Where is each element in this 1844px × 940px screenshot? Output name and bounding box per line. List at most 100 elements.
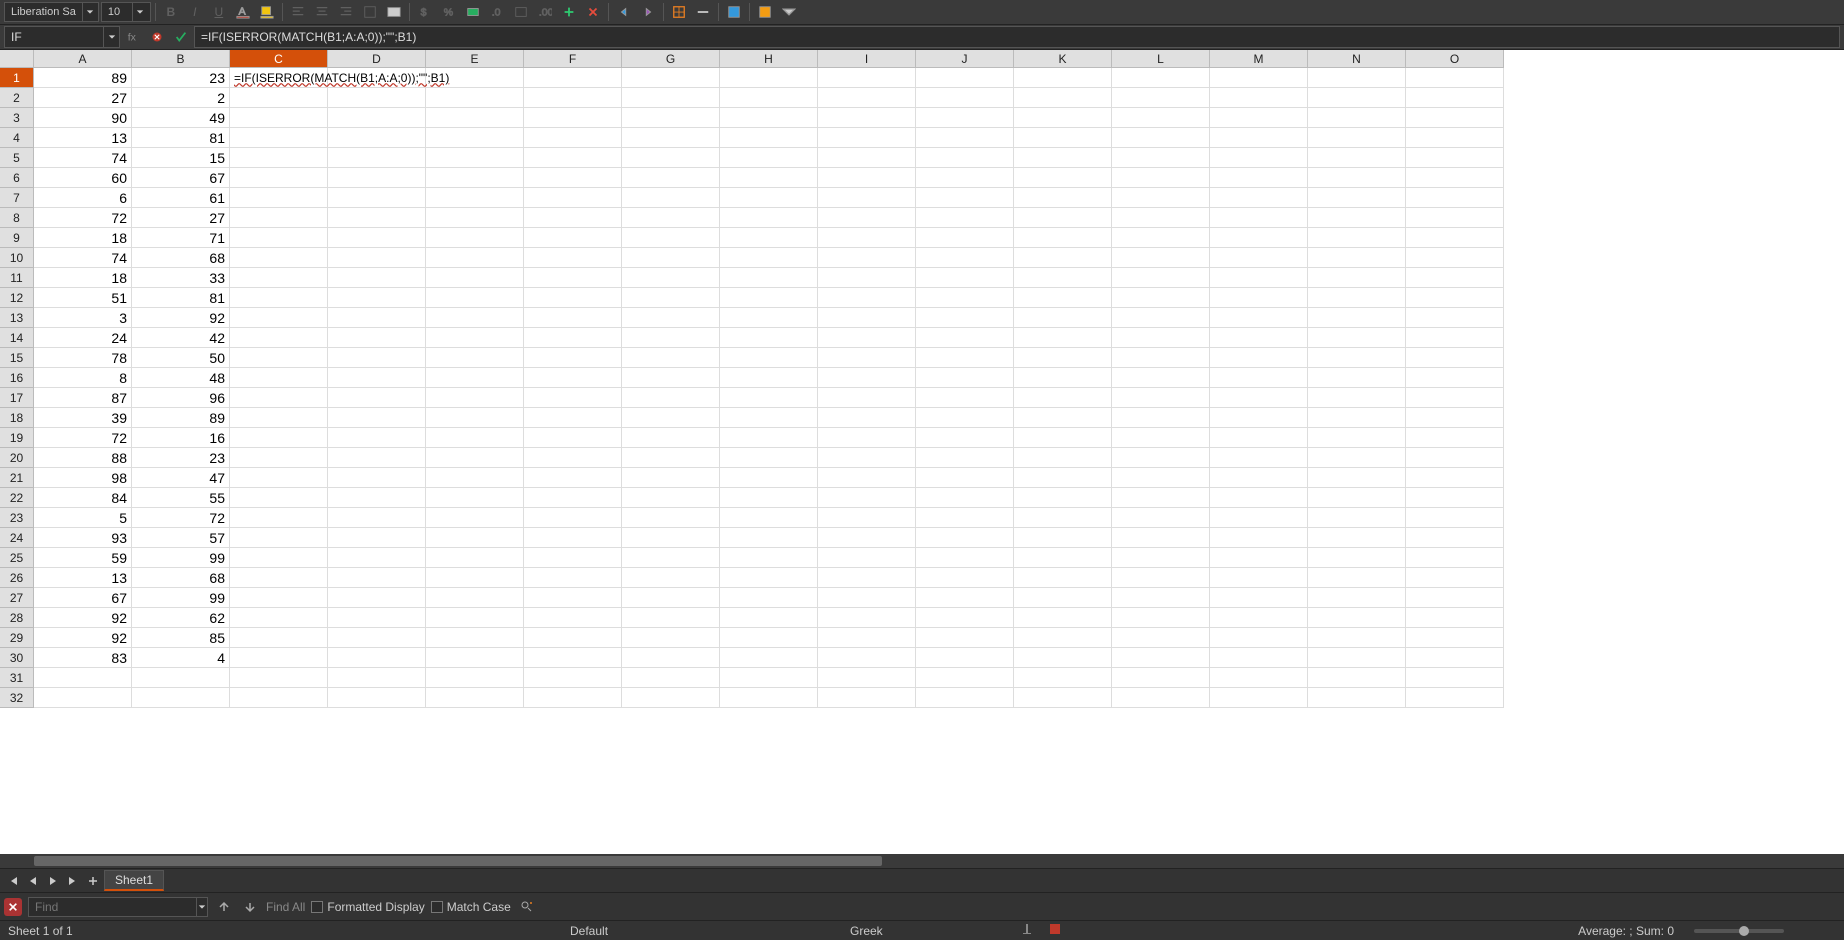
cell-N22[interactable] <box>1308 488 1406 508</box>
cell-H9[interactable] <box>720 228 818 248</box>
cell-B31[interactable] <box>132 668 230 688</box>
cell-J11[interactable] <box>916 268 1014 288</box>
cell-C1[interactable]: =IF(ISERROR(MATCH(B1;A:A;0));"";B1) <box>230 68 328 88</box>
cell-H24[interactable] <box>720 528 818 548</box>
cell-O29[interactable] <box>1406 628 1504 648</box>
cell-E17[interactable] <box>426 388 524 408</box>
cell-O2[interactable] <box>1406 88 1504 108</box>
cell-K22[interactable] <box>1014 488 1112 508</box>
cell-I28[interactable] <box>818 608 916 628</box>
selection-mode-icon[interactable] <box>1048 922 1062 939</box>
cell-D18[interactable] <box>328 408 426 428</box>
cell-N20[interactable] <box>1308 448 1406 468</box>
cell-A10[interactable]: 74 <box>34 248 132 268</box>
font-size-combo[interactable]: 10 <box>101 2 151 22</box>
cell-M31[interactable] <box>1210 668 1308 688</box>
cell-I29[interactable] <box>818 628 916 648</box>
cell-H20[interactable] <box>720 448 818 468</box>
cell-D5[interactable] <box>328 148 426 168</box>
cell-D10[interactable] <box>328 248 426 268</box>
cell-B32[interactable] <box>132 688 230 708</box>
cell-N27[interactable] <box>1308 588 1406 608</box>
cell-K20[interactable] <box>1014 448 1112 468</box>
cell-C9[interactable] <box>230 228 328 248</box>
cell-K1[interactable] <box>1014 68 1112 88</box>
cell-N29[interactable] <box>1308 628 1406 648</box>
font-color-button[interactable]: A <box>232 2 254 22</box>
cell-H13[interactable] <box>720 308 818 328</box>
cell-M14[interactable] <box>1210 328 1308 348</box>
cell-E30[interactable] <box>426 648 524 668</box>
align-left-button[interactable] <box>287 2 309 22</box>
column-header-I[interactable]: I <box>818 50 916 68</box>
cell-L8[interactable] <box>1112 208 1210 228</box>
cell-E16[interactable] <box>426 368 524 388</box>
insert-mode-icon[interactable] <box>1020 922 1034 939</box>
cell-L26[interactable] <box>1112 568 1210 588</box>
cell-C3[interactable] <box>230 108 328 128</box>
row-header-20[interactable]: 20 <box>0 448 34 468</box>
row-header-6[interactable]: 6 <box>0 168 34 188</box>
cell-H16[interactable] <box>720 368 818 388</box>
indent-decrease-button[interactable] <box>613 2 635 22</box>
cell-F29[interactable] <box>524 628 622 648</box>
conditional-format-button[interactable] <box>754 2 776 22</box>
cell-I15[interactable] <box>818 348 916 368</box>
cell-E9[interactable] <box>426 228 524 248</box>
delete-row-button[interactable] <box>582 2 604 22</box>
cell-C21[interactable] <box>230 468 328 488</box>
cell-C20[interactable] <box>230 448 328 468</box>
cell-L18[interactable] <box>1112 408 1210 428</box>
cell-A20[interactable]: 88 <box>34 448 132 468</box>
cell-C22[interactable] <box>230 488 328 508</box>
cell-B11[interactable]: 33 <box>132 268 230 288</box>
cell-A19[interactable]: 72 <box>34 428 132 448</box>
cell-G11[interactable] <box>622 268 720 288</box>
cell-F28[interactable] <box>524 608 622 628</box>
cell-N32[interactable] <box>1308 688 1406 708</box>
cell-C17[interactable] <box>230 388 328 408</box>
cell-J6[interactable] <box>916 168 1014 188</box>
cell-I26[interactable] <box>818 568 916 588</box>
column-header-C[interactable]: C <box>230 50 328 68</box>
cell-L22[interactable] <box>1112 488 1210 508</box>
cell-D23[interactable] <box>328 508 426 528</box>
function-wizard-button[interactable]: fx <box>122 26 144 48</box>
row-header-8[interactable]: 8 <box>0 208 34 228</box>
cell-A27[interactable]: 67 <box>34 588 132 608</box>
cell-I2[interactable] <box>818 88 916 108</box>
cell-E23[interactable] <box>426 508 524 528</box>
row-header-15[interactable]: 15 <box>0 348 34 368</box>
cell-G28[interactable] <box>622 608 720 628</box>
cell-A6[interactable]: 60 <box>34 168 132 188</box>
cell-B6[interactable]: 67 <box>132 168 230 188</box>
cell-J27[interactable] <box>916 588 1014 608</box>
cell-H14[interactable] <box>720 328 818 348</box>
cell-I5[interactable] <box>818 148 916 168</box>
cell-B28[interactable]: 62 <box>132 608 230 628</box>
cell-C27[interactable] <box>230 588 328 608</box>
cell-A28[interactable]: 92 <box>34 608 132 628</box>
cell-O25[interactable] <box>1406 548 1504 568</box>
cell-M5[interactable] <box>1210 148 1308 168</box>
cell-F14[interactable] <box>524 328 622 348</box>
cell-B27[interactable]: 99 <box>132 588 230 608</box>
cell-B19[interactable]: 16 <box>132 428 230 448</box>
cell-A9[interactable]: 18 <box>34 228 132 248</box>
cell-B21[interactable]: 47 <box>132 468 230 488</box>
cell-J5[interactable] <box>916 148 1014 168</box>
cell-M18[interactable] <box>1210 408 1308 428</box>
cell-E32[interactable] <box>426 688 524 708</box>
cell-D26[interactable] <box>328 568 426 588</box>
cell-N10[interactable] <box>1308 248 1406 268</box>
column-header-H[interactable]: H <box>720 50 818 68</box>
font-size-dropdown-icon[interactable] <box>132 3 148 21</box>
cell-A17[interactable]: 87 <box>34 388 132 408</box>
cell-C11[interactable] <box>230 268 328 288</box>
cell-M13[interactable] <box>1210 308 1308 328</box>
cell-O8[interactable] <box>1406 208 1504 228</box>
cell-A12[interactable]: 51 <box>34 288 132 308</box>
cell-N5[interactable] <box>1308 148 1406 168</box>
cell-O20[interactable] <box>1406 448 1504 468</box>
cell-G16[interactable] <box>622 368 720 388</box>
